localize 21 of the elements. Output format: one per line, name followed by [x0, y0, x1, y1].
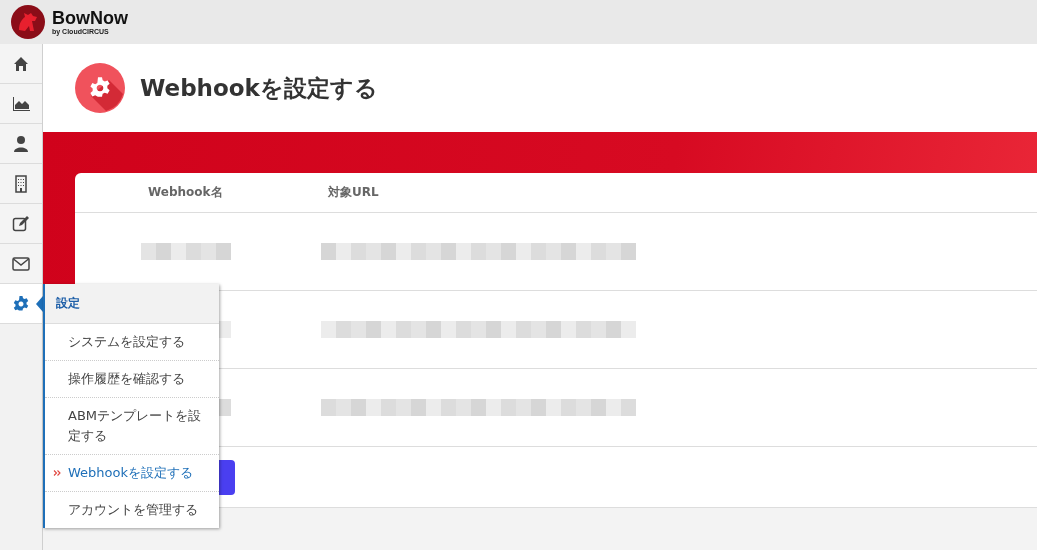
brand-name: BowNow — [52, 9, 128, 27]
home-icon — [12, 54, 30, 73]
menu-title: 設定 — [45, 284, 219, 324]
menu-item[interactable]: 操作履歴を確認する — [45, 361, 219, 398]
menu-item[interactable]: Webhookを設定する — [45, 455, 219, 492]
menu-item[interactable]: ABMテンプレートを設定する — [45, 398, 219, 455]
sidebar-item[interactable] — [0, 284, 42, 324]
edit-icon — [12, 214, 30, 233]
building-icon — [12, 174, 30, 193]
double-chevron-icon — [53, 469, 61, 477]
page-title: Webhookを設定する — [140, 73, 378, 103]
menu-item[interactable]: アカウントを管理する — [45, 492, 219, 528]
person-icon — [12, 134, 30, 153]
mail-icon — [12, 254, 30, 273]
column-header: 対象URL — [328, 184, 379, 201]
area-chart-icon — [12, 94, 30, 113]
logo-icon — [10, 4, 46, 40]
settings-icon — [75, 63, 125, 113]
menu-item[interactable]: システムを設定する — [45, 324, 219, 361]
settings-icon — [12, 294, 30, 313]
column-header: Webhook名 — [148, 184, 224, 201]
